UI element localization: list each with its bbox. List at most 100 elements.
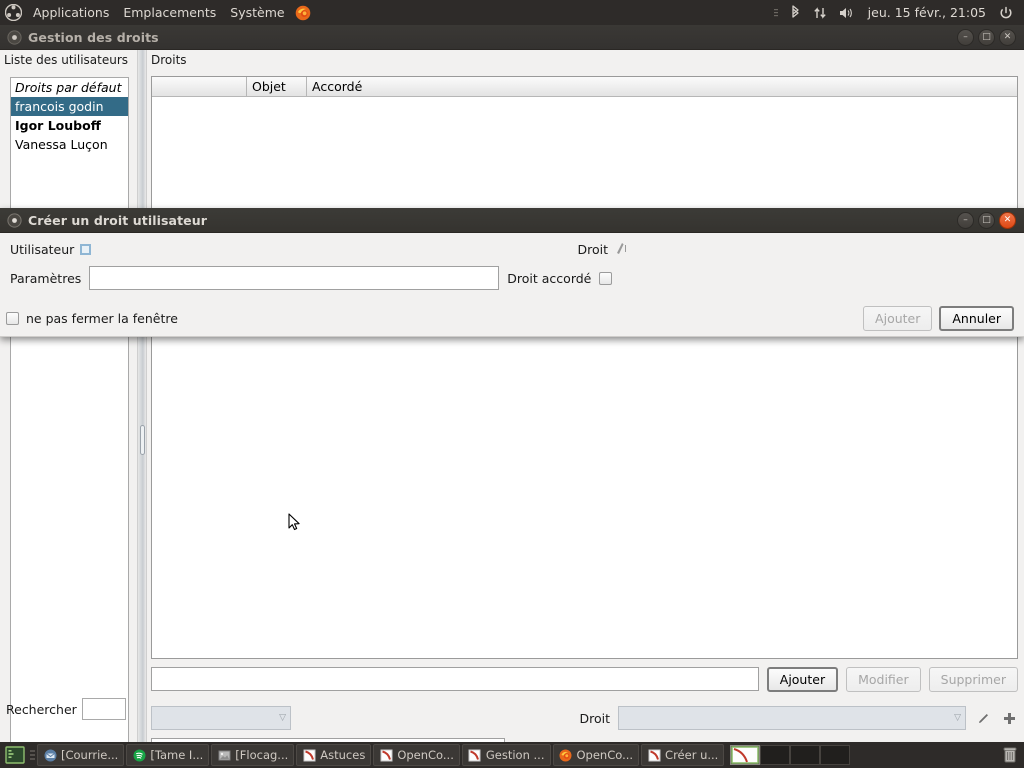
entry-input[interactable] — [151, 667, 759, 691]
task-label: Astuces — [320, 748, 366, 762]
power-icon[interactable] — [994, 0, 1018, 25]
close-button[interactable]: ✕ — [999, 28, 1016, 46]
list-item[interactable]: Igor Louboff — [11, 116, 128, 135]
openoffice-icon — [468, 748, 482, 762]
ne-pas-fermer-label: ne pas fermer la fenêtre — [26, 310, 178, 326]
show-desktop-icon[interactable] — [2, 744, 28, 766]
pencil-icon[interactable] — [974, 707, 992, 729]
minimize-button[interactable]: – — [957, 28, 974, 46]
maximize-button[interactable]: □ — [978, 28, 995, 46]
dialog-droit-accorde-label: Droit accordé — [507, 270, 592, 286]
search-input[interactable] — [81, 698, 126, 720]
workspace-4[interactable] — [820, 745, 851, 765]
droit-label: Droit — [579, 710, 610, 726]
app-icon — [0, 212, 28, 228]
splitter-grip[interactable] — [140, 425, 145, 455]
column-header-blank[interactable] — [152, 77, 247, 96]
droits-label: Droits — [151, 53, 187, 67]
dialog-close-button[interactable]: ✕ — [999, 211, 1016, 229]
task-button[interactable]: [Flocag... — [211, 744, 295, 766]
task-label: Gestion ... — [485, 748, 545, 762]
droit-combo[interactable]: ▽ — [618, 706, 966, 730]
dialog-droit-label: Droit — [577, 241, 608, 257]
dialog-droit-accorde-checkbox[interactable] — [599, 271, 613, 285]
dialog-window-controls: – □ ✕ — [957, 211, 1024, 229]
workspace-2[interactable] — [760, 745, 791, 765]
task-button[interactable]: Gestion ... — [461, 744, 551, 766]
search-row: Rechercher — [6, 698, 134, 720]
menu-applications[interactable]: Applications — [26, 0, 116, 25]
ajouter-button[interactable]: Ajouter — [766, 666, 839, 692]
task-label: [Flocag... — [235, 748, 289, 762]
ne-pas-fermer-checkbox[interactable] — [6, 311, 19, 325]
app-icon — [0, 29, 28, 45]
task-label: [Tame I... — [150, 748, 204, 762]
screen: Applications Emplacements Système jeu. 1… — [0, 0, 1024, 768]
supprimer-button: Supprimer — [928, 666, 1018, 692]
chevron-down-icon: ▽ — [279, 713, 286, 723]
dialog-row-user: Utilisateur Droit — [10, 239, 1010, 259]
task-button[interactable]: [Courrie... — [37, 744, 125, 766]
dialog-titlebar[interactable]: Créer un droit utilisateur – □ ✕ — [0, 208, 1024, 233]
right-pane: Droits Objet Accordé Ajouter Modifier Su… — [147, 50, 1024, 762]
workspace-1[interactable] — [730, 745, 761, 765]
task-button[interactable]: OpenCo... — [373, 744, 460, 766]
mail-icon — [43, 748, 57, 762]
dialog-maximize-button[interactable]: □ — [978, 211, 995, 229]
combo-row: ▽ Droit ▽ — [151, 704, 1018, 732]
create-right-dialog: Créer un droit utilisateur – □ ✕ Utilisa… — [0, 208, 1024, 337]
menu-systeme[interactable]: Système — [223, 0, 291, 25]
dialog-body: Utilisateur Droit Paramètres Droit accor… — [0, 233, 1024, 337]
volume-icon[interactable] — [834, 0, 860, 25]
user-list[interactable]: Droits par défaut francois godin Igor Lo… — [10, 77, 129, 747]
droit-glyph-icon[interactable] — [614, 242, 630, 256]
task-label: [Courrie... — [61, 748, 119, 762]
dialog-title: Créer un droit utilisateur — [28, 212, 207, 228]
network-updown-icon[interactable] — [808, 0, 832, 25]
column-header-accorde[interactable]: Accordé — [307, 77, 1017, 96]
left-combo[interactable]: ▽ — [151, 706, 291, 730]
trash-icon[interactable] — [998, 744, 1022, 766]
menu-emplacements[interactable]: Emplacements — [116, 0, 223, 25]
firefox-icon[interactable] — [292, 0, 314, 25]
column-header-objet[interactable]: Objet — [247, 77, 307, 96]
task-label: Créer u... — [665, 748, 719, 762]
dialog-ajouter-button: Ajouter — [863, 305, 933, 331]
chevron-down-icon: ▽ — [954, 713, 961, 723]
main-window-controls: – □ ✕ — [957, 28, 1024, 46]
task-label: OpenCo... — [576, 748, 634, 762]
workspace-3[interactable] — [790, 745, 821, 765]
dialog-annuler-button[interactable]: Annuler — [939, 305, 1014, 331]
plus-icon[interactable] — [1000, 707, 1018, 729]
add-entry-row: Ajouter Modifier Supprimer — [151, 665, 1018, 693]
workspace-switcher[interactable] — [730, 745, 851, 765]
search-label: Rechercher — [6, 701, 77, 717]
task-button[interactable]: OpenCo... — [552, 744, 640, 766]
left-pane: Liste des utilisateurs Droits par défaut… — [0, 50, 138, 747]
dialog-minimize-button[interactable]: – — [957, 211, 974, 229]
clock[interactable]: jeu. 15 févr., 21:05 — [862, 0, 992, 25]
taskbar: [Courrie... [Tame I... [Flocag... Astuce… — [0, 742, 1024, 768]
table-body[interactable] — [152, 97, 1017, 658]
parametres-input[interactable] — [89, 266, 500, 290]
task-button[interactable]: [Tame I... — [126, 744, 210, 766]
main-window: Gestion des droits – □ ✕ Liste des utili… — [0, 25, 1024, 762]
list-item[interactable]: francois godin — [11, 97, 128, 116]
bluetooth-icon[interactable] — [785, 0, 806, 25]
taskbar-separator — [30, 747, 35, 763]
openoffice-icon — [302, 748, 316, 762]
panel-indicators: jeu. 15 févr., 21:05 — [769, 0, 1024, 25]
firefox-icon — [559, 748, 573, 762]
vertical-splitter[interactable] — [137, 50, 147, 742]
square-selector-icon[interactable] — [80, 243, 92, 255]
list-item[interactable]: Vanessa Luçon — [11, 135, 128, 154]
droits-table[interactable]: Objet Accordé — [151, 76, 1018, 659]
task-button[interactable]: Créer u... — [641, 744, 725, 766]
task-button[interactable]: Astuces — [296, 744, 372, 766]
task-label: OpenCo... — [397, 748, 454, 762]
dialog-row-actions: ne pas fermer la fenêtre Ajouter Annuler — [6, 303, 1014, 333]
image-icon — [217, 748, 231, 762]
main-window-titlebar[interactable]: Gestion des droits – □ ✕ — [0, 25, 1024, 50]
ubuntu-logo-icon[interactable] — [0, 0, 26, 25]
list-item[interactable]: Droits par défaut — [11, 78, 128, 97]
